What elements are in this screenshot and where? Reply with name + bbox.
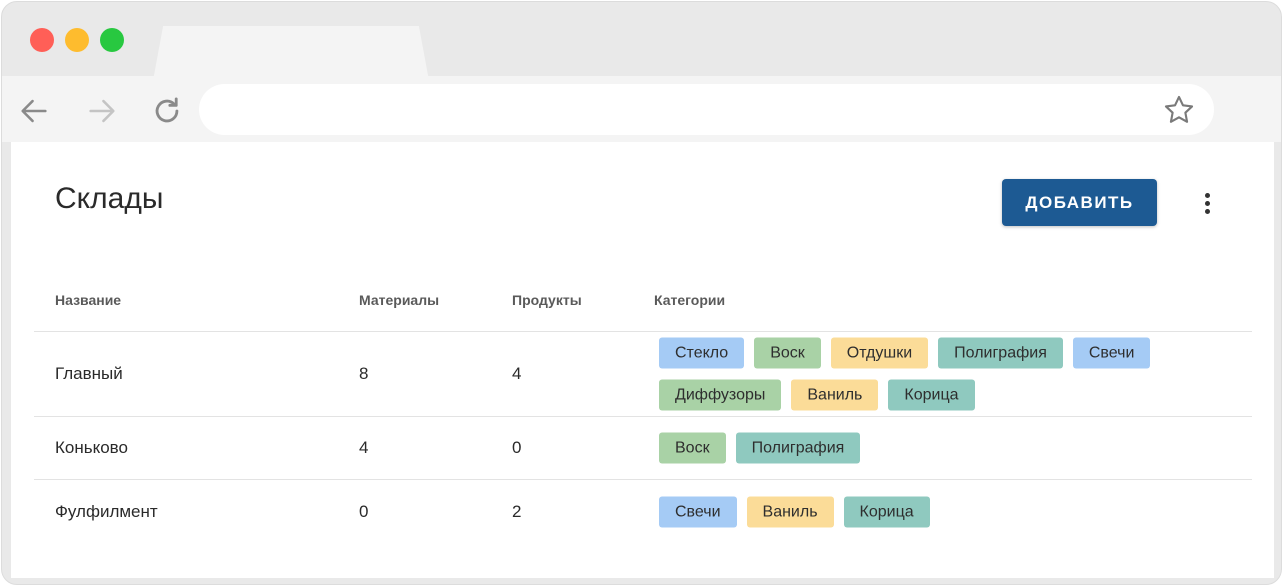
category-tag[interactable]: Стекло <box>659 337 745 369</box>
cell-products: 4 <box>512 364 522 383</box>
forward-button[interactable] <box>84 93 120 129</box>
maximize-window-button[interactable] <box>100 28 124 52</box>
reload-icon <box>155 97 179 123</box>
reload-button[interactable] <box>149 93 185 129</box>
forward-arrow-icon <box>89 99 115 123</box>
table-header: Название Материалы Продукты Категории <box>34 272 1252 332</box>
category-tag[interactable]: Корица <box>888 379 975 411</box>
header-products[interactable]: Продукты <box>512 292 582 308</box>
header-materials[interactable]: Материалы <box>359 292 439 308</box>
minimize-window-button[interactable] <box>65 28 89 52</box>
category-tag[interactable]: Ваниль <box>746 496 834 528</box>
cell-name: Коньково <box>55 438 128 457</box>
more-options-icon[interactable] <box>1196 189 1218 217</box>
category-tags: Воск Полиграфия <box>659 432 1219 464</box>
window-controls <box>30 28 124 52</box>
cell-materials: 0 <box>359 502 369 521</box>
table-row[interactable]: Главный 8 4 Стекло Воск Отдушки Полиграфия Свеч… <box>34 332 1252 417</box>
table-row[interactable]: Фулфилмент 0 2 Свечи Ваниль Корица <box>34 480 1252 544</box>
close-window-button[interactable] <box>30 28 54 52</box>
table-row[interactable]: Коньково 4 0 Воск Полиграфия <box>34 417 1252 480</box>
header-categories[interactable]: Категории <box>654 292 725 308</box>
page-title: Склады <box>55 182 164 215</box>
category-tag[interactable]: Диффузоры <box>659 379 782 411</box>
add-button[interactable]: ДОБАВИТЬ <box>1002 179 1157 226</box>
cell-name: Фулфилмент <box>55 502 158 521</box>
cell-materials: 8 <box>359 364 369 383</box>
category-tag[interactable]: Полиграфия <box>938 337 1063 369</box>
category-tags: Стекло Воск Отдушки Полиграфия Свечи Диффузор… <box>659 337 1219 411</box>
category-tag[interactable]: Корица <box>843 496 930 528</box>
category-tag[interactable]: Воск <box>659 432 726 464</box>
category-tag[interactable]: Свечи <box>1072 337 1151 369</box>
browser-toolbar <box>2 76 1281 142</box>
category-tag[interactable]: Ваниль <box>791 379 879 411</box>
cell-products: 0 <box>512 438 522 457</box>
star-icon[interactable] <box>1162 93 1196 127</box>
page-content: Склады ДОБАВИТЬ Название Материалы Проду… <box>11 142 1274 578</box>
back-arrow-icon <box>21 99 47 123</box>
header-name[interactable]: Название <box>55 292 121 308</box>
address-bar[interactable] <box>199 84 1214 135</box>
category-tags: Свечи Ваниль Корица <box>659 496 1219 528</box>
cell-materials: 4 <box>359 438 369 457</box>
back-button[interactable] <box>16 93 52 129</box>
category-tag[interactable]: Отдушки <box>830 337 929 369</box>
cell-name: Главный <box>55 364 123 383</box>
browser-window: Склады ДОБАВИТЬ Название Материалы Проду… <box>1 1 1282 585</box>
category-tag[interactable]: Свечи <box>659 496 737 528</box>
category-tag[interactable]: Полиграфия <box>735 432 861 464</box>
cell-products: 2 <box>512 502 522 521</box>
category-tag[interactable]: Воск <box>754 337 821 369</box>
